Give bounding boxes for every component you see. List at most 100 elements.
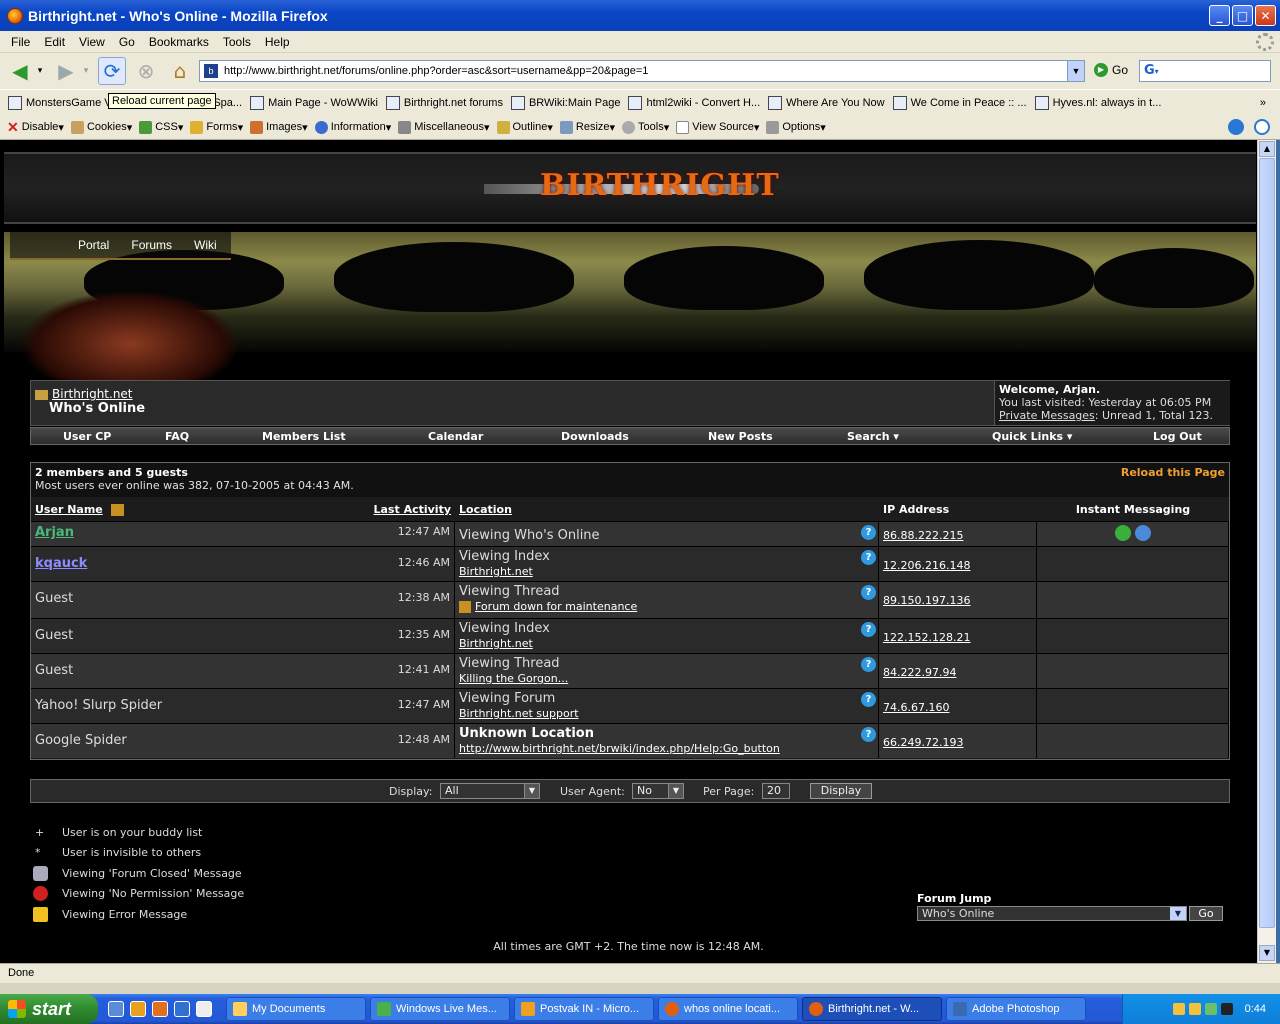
back-dropdown-icon[interactable]: ▾ bbox=[34, 57, 46, 85]
minimize-button[interactable]: _ bbox=[1209, 5, 1230, 26]
tray-icon[interactable] bbox=[1188, 1003, 1201, 1015]
tab-members-list[interactable]: Members List bbox=[262, 430, 346, 443]
url-dropdown-icon[interactable]: ▼ bbox=[1067, 61, 1084, 81]
forum-jump-go-button[interactable]: Go bbox=[1189, 906, 1223, 921]
tab-search[interactable]: Search ▾ bbox=[847, 430, 899, 443]
question-icon[interactable]: ? bbox=[861, 622, 876, 637]
task-outlook[interactable]: Postvak IN - Micro... bbox=[514, 997, 654, 1021]
tab-downloads[interactable]: Downloads bbox=[561, 430, 629, 443]
ip-address-link[interactable]: 84.222.97.94 bbox=[883, 666, 956, 679]
msn-icon[interactable] bbox=[1134, 525, 1151, 541]
dev-tools-menu[interactable]: Tools ▾ bbox=[622, 120, 669, 134]
menu-tools[interactable]: Tools bbox=[223, 35, 251, 49]
location-link[interactable]: Birthright.net bbox=[459, 637, 533, 650]
site-logo[interactable]: BIRTHRIGHT bbox=[540, 168, 780, 203]
menu-help[interactable]: Help bbox=[265, 35, 290, 49]
info-icon[interactable] bbox=[1254, 119, 1270, 135]
nav-forums[interactable]: Forums bbox=[131, 238, 172, 252]
clock[interactable]: 0:44 bbox=[1245, 1003, 1266, 1015]
forum-jump-select[interactable]: Who's Online ▼ bbox=[917, 906, 1187, 921]
go-button[interactable]: ▶ Go bbox=[1094, 63, 1128, 77]
question-icon[interactable]: ? bbox=[861, 692, 876, 707]
tab-faq[interactable]: FAQ bbox=[165, 430, 189, 443]
forward-arrow-icon[interactable]: ▶ bbox=[52, 57, 80, 85]
url-field[interactable]: b http://www.birthright.net/forums/onlin… bbox=[199, 60, 1085, 82]
ip-address-link[interactable]: 74.6.67.160 bbox=[883, 701, 949, 714]
search-engine-field[interactable]: G▾ bbox=[1139, 60, 1271, 82]
location-link[interactable]: Forum down for maintenance bbox=[475, 600, 637, 613]
quick-launch-icon[interactable] bbox=[130, 1001, 146, 1017]
tab-log-out[interactable]: Log Out bbox=[1153, 430, 1202, 443]
member-link[interactable]: kqauck bbox=[35, 556, 87, 571]
bookmark-item[interactable]: Main Page - WoWWiki bbox=[250, 95, 378, 110]
ip-address-link[interactable]: 12.206.216.148 bbox=[883, 559, 970, 572]
reload-icon[interactable]: ⟳ bbox=[98, 57, 126, 85]
display-button[interactable]: Display bbox=[810, 783, 872, 799]
home-icon[interactable]: ⌂ bbox=[166, 57, 194, 85]
per-page-input[interactable]: 20 bbox=[762, 783, 790, 799]
menu-file[interactable]: File bbox=[11, 35, 30, 49]
question-icon[interactable]: ? bbox=[861, 525, 876, 540]
nav-wiki[interactable]: Wiki bbox=[194, 238, 217, 252]
stop-icon[interactable]: ⊗ bbox=[132, 57, 160, 85]
scroll-down-icon[interactable]: ▼ bbox=[1259, 945, 1275, 961]
menu-view[interactable]: View bbox=[79, 35, 105, 49]
back-arrow-icon[interactable]: ◀ bbox=[6, 57, 34, 85]
breadcrumb-root-link[interactable]: Birthright.net bbox=[52, 387, 133, 401]
quick-launch-icon[interactable] bbox=[196, 1001, 212, 1017]
sort-location-link[interactable]: Location bbox=[459, 503, 512, 516]
menu-edit[interactable]: Edit bbox=[44, 35, 65, 49]
forward-dropdown-icon[interactable]: ▾ bbox=[80, 57, 92, 85]
sort-last-activity-link[interactable]: Last Activity bbox=[374, 503, 452, 516]
location-link[interactable]: http://www.birthright.net/brwiki/index.p… bbox=[459, 742, 780, 755]
icq-icon[interactable] bbox=[1114, 525, 1131, 541]
location-link[interactable]: Birthright.net bbox=[459, 565, 533, 578]
ip-address-link[interactable]: 66.249.72.193 bbox=[883, 736, 963, 749]
private-messages-link[interactable]: Private Messages bbox=[999, 409, 1095, 422]
ip-address-link[interactable]: 86.88.222.215 bbox=[883, 529, 963, 542]
reload-page-link[interactable]: Reload this Page bbox=[1121, 466, 1225, 479]
task-birthright[interactable]: Birthright.net - W... bbox=[802, 997, 942, 1021]
dev-misc-menu[interactable]: Miscellaneous ▾ bbox=[398, 120, 490, 134]
quick-launch-icon[interactable] bbox=[152, 1001, 168, 1017]
bookmarks-overflow-icon[interactable]: » bbox=[1260, 97, 1266, 109]
sort-username-link[interactable]: User Name bbox=[35, 503, 103, 516]
close-button[interactable]: ✕ bbox=[1255, 5, 1276, 26]
vertical-scrollbar[interactable]: ▲ ▼ bbox=[1257, 140, 1276, 963]
tab-new-posts[interactable]: New Posts bbox=[708, 430, 773, 443]
bookmark-item[interactable]: Birthright.net forums bbox=[385, 95, 503, 110]
menu-bookmarks[interactable]: Bookmarks bbox=[149, 35, 209, 49]
menu-go[interactable]: Go bbox=[119, 35, 135, 49]
dev-forms-menu[interactable]: Forms ▾ bbox=[190, 120, 243, 134]
dev-images-menu[interactable]: Images ▾ bbox=[250, 120, 308, 134]
maximize-button[interactable]: □ bbox=[1232, 5, 1253, 26]
dev-viewsource-menu[interactable]: View Source ▾ bbox=[676, 120, 759, 134]
bookmark-item[interactable]: BRWiki:Main Page bbox=[510, 95, 620, 110]
bookmark-item[interactable]: Hyves.nl: always in t... bbox=[1034, 95, 1161, 110]
tray-icon[interactable] bbox=[1172, 1003, 1185, 1015]
bookmark-item[interactable]: We Come in Peace :: ... bbox=[892, 95, 1027, 110]
location-link[interactable]: Birthright.net support bbox=[459, 707, 579, 720]
nav-portal[interactable]: Portal bbox=[78, 238, 109, 252]
display-select[interactable]: All ▼ bbox=[440, 783, 540, 799]
validation-check-icon[interactable] bbox=[1228, 119, 1244, 135]
quick-launch-icon[interactable] bbox=[174, 1001, 190, 1017]
question-icon[interactable]: ? bbox=[861, 727, 876, 742]
dev-disable-menu[interactable]: ✕ Disable ▾ bbox=[7, 119, 64, 136]
dev-options-menu[interactable]: Options ▾ bbox=[766, 120, 826, 134]
tab-calendar[interactable]: Calendar bbox=[428, 430, 483, 443]
ip-address-link[interactable]: 89.150.197.136 bbox=[883, 594, 970, 607]
scroll-up-icon[interactable]: ▲ bbox=[1259, 141, 1275, 157]
tab-quick-links[interactable]: Quick Links ▾ bbox=[992, 430, 1072, 443]
tray-icon[interactable] bbox=[1220, 1003, 1233, 1015]
user-agent-select[interactable]: No ▼ bbox=[632, 783, 684, 799]
dev-cookies-menu[interactable]: Cookies ▾ bbox=[70, 120, 132, 134]
task-firefox-search[interactable]: whos online locati... bbox=[658, 997, 798, 1021]
task-photoshop[interactable]: Adobe Photoshop bbox=[946, 997, 1086, 1021]
tab-user-cp[interactable]: User CP bbox=[63, 430, 111, 443]
task-windows-live-messenger[interactable]: Windows Live Mes... bbox=[370, 997, 510, 1021]
question-icon[interactable]: ? bbox=[861, 657, 876, 672]
ip-address-link[interactable]: 122.152.128.21 bbox=[883, 631, 970, 644]
quick-launch-icon[interactable] bbox=[108, 1001, 124, 1017]
member-link[interactable]: Arjan bbox=[35, 525, 74, 540]
